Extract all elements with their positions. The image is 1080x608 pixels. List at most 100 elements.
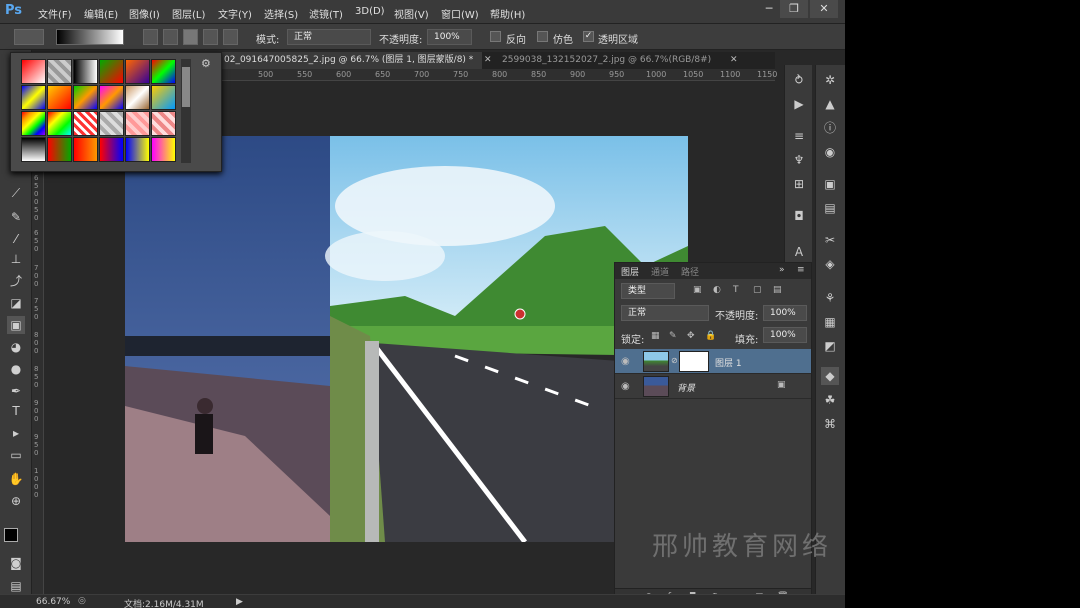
dither-checkbox[interactable] bbox=[537, 31, 548, 42]
clone-source-icon[interactable]: ♆ bbox=[790, 151, 808, 169]
brush-icon[interactable]: ⁄ bbox=[7, 230, 25, 248]
zoom-level[interactable]: 66.67% bbox=[36, 597, 70, 607]
gradient-swatch[interactable] bbox=[73, 137, 98, 162]
tab-paths[interactable]: 路径 bbox=[681, 265, 699, 278]
gradient-swatch[interactable] bbox=[47, 85, 72, 110]
tool-preset-picker[interactable] bbox=[14, 29, 44, 45]
gradient-swatch[interactable] bbox=[125, 85, 150, 110]
layer-filter-select[interactable]: 类型 bbox=[621, 283, 675, 299]
layer-row[interactable]: ◉ 背景 ▣ bbox=[615, 374, 811, 399]
close-button[interactable]: ✕ bbox=[810, 0, 838, 18]
gradient-swatch[interactable] bbox=[151, 111, 176, 136]
dodge-icon[interactable]: ● bbox=[7, 360, 25, 378]
lock-position-icon[interactable]: ✥ bbox=[687, 331, 695, 341]
kuler-icon[interactable]: ◉ bbox=[821, 143, 839, 161]
gradient-swatch[interactable] bbox=[99, 137, 124, 162]
color-icon[interactable]: ✲ bbox=[821, 71, 839, 89]
tab-document-1[interactable]: 02_091647005825_2.jpg @ 66.7% (图层 1, 图层蒙… bbox=[220, 52, 482, 69]
menu-image[interactable]: 图像(I) bbox=[129, 6, 160, 21]
eraser-icon[interactable]: ◪ bbox=[7, 294, 25, 312]
zoom-icon[interactable]: ⊕ bbox=[7, 492, 25, 510]
history-brush-icon[interactable]: ⤴ bbox=[7, 272, 25, 290]
lock-transparent-icon[interactable]: ▦ bbox=[651, 331, 660, 341]
radial-gradient-icon[interactable] bbox=[163, 29, 178, 45]
visibility-eye-icon[interactable]: ◉ bbox=[621, 381, 630, 392]
status-menu-arrow-icon[interactable]: ▶ bbox=[236, 597, 243, 607]
lock-pixels-icon[interactable]: ✎ bbox=[669, 331, 677, 341]
gradient-swatch[interactable] bbox=[47, 59, 72, 84]
menu-help[interactable]: 帮助(H) bbox=[490, 6, 525, 21]
layer-row[interactable]: ◉ ⊘ 图层 1 bbox=[615, 349, 811, 374]
info-icon[interactable]: ⓘ bbox=[821, 119, 839, 137]
gradient-swatch[interactable] bbox=[21, 111, 46, 136]
gradient-picker-scrollbar[interactable] bbox=[181, 59, 191, 163]
clone-stamp-icon[interactable]: ⊥ bbox=[7, 250, 25, 268]
visibility-eye-icon[interactable]: ◉ bbox=[621, 356, 630, 367]
transparency-checkbox[interactable]: ✓ bbox=[583, 31, 594, 42]
grid-icon[interactable]: ▦ bbox=[821, 313, 839, 331]
history-icon[interactable]: ⥁ bbox=[790, 71, 808, 89]
linear-gradient-icon[interactable] bbox=[143, 29, 158, 45]
layers-icon[interactable]: ◆ bbox=[821, 367, 839, 385]
menu-file[interactable]: 文件(F) bbox=[38, 6, 72, 21]
eyedropper-icon[interactable]: ⟋ bbox=[7, 184, 25, 202]
screen-mode-icon[interactable]: ▤ bbox=[7, 577, 25, 595]
rectangle-icon[interactable]: ▭ bbox=[7, 446, 25, 464]
menu-select[interactable]: 选择(S) bbox=[264, 6, 298, 21]
panel-menu-icon[interactable]: ≡ bbox=[797, 265, 805, 275]
menu-view[interactable]: 视图(V) bbox=[394, 6, 429, 21]
restore-button[interactable]: ❐ bbox=[780, 0, 808, 18]
brush-presets-icon[interactable]: ≡ bbox=[790, 127, 808, 145]
gradient-swatch[interactable] bbox=[47, 137, 72, 162]
character-icon[interactable]: ◘ bbox=[790, 207, 808, 225]
lock-all-icon[interactable]: 🔒 bbox=[705, 331, 716, 341]
mode-select[interactable]: 正常 bbox=[287, 29, 371, 45]
foreground-color-swatch[interactable] bbox=[4, 528, 18, 542]
gradient-swatch[interactable] bbox=[125, 59, 150, 84]
hand-icon[interactable]: ✋ bbox=[7, 470, 25, 488]
pen-icon[interactable]: ✒ bbox=[7, 382, 25, 400]
minimize-button[interactable]: ─ bbox=[755, 0, 783, 18]
adjustments-icon[interactable]: ▣ bbox=[821, 175, 839, 193]
document-canvas[interactable] bbox=[125, 136, 688, 542]
reverse-checkbox[interactable] bbox=[490, 31, 501, 42]
gear-icon[interactable]: ⚙ bbox=[201, 57, 211, 70]
tab-layers[interactable]: 图层 bbox=[621, 265, 639, 278]
menu-type[interactable]: 文字(Y) bbox=[218, 6, 252, 21]
path-selection-icon[interactable]: ▸ bbox=[7, 424, 25, 442]
menu-3d[interactable]: 3D(D) bbox=[355, 6, 385, 17]
gradient-tool-icon[interactable]: ▣ bbox=[7, 316, 25, 334]
brush-panel-icon[interactable]: ⚘ bbox=[821, 289, 839, 307]
gradient-swatch[interactable] bbox=[21, 85, 46, 110]
gradient-swatch[interactable] bbox=[73, 111, 98, 136]
reflected-gradient-icon[interactable] bbox=[203, 29, 218, 45]
menu-filter[interactable]: 滤镜(T) bbox=[309, 6, 343, 21]
tab-document-2[interactable]: 2599038_132152027_2.jpg @ 66.7%(RGB/8#) bbox=[498, 52, 728, 69]
diamond-gradient-icon[interactable] bbox=[223, 29, 238, 45]
blend-mode-select[interactable]: 正常 bbox=[621, 305, 709, 321]
tool-presets-icon[interactable]: ⊞ bbox=[790, 175, 808, 193]
gradient-swatch[interactable] bbox=[99, 111, 124, 136]
gradient-swatch[interactable] bbox=[99, 85, 124, 110]
masks-icon[interactable]: ◩ bbox=[821, 337, 839, 355]
blur-icon[interactable]: ◕ bbox=[7, 338, 25, 356]
gradient-swatch[interactable] bbox=[151, 137, 176, 162]
filter-adjust-icon[interactable]: ◐ bbox=[713, 285, 721, 295]
link-icon[interactable]: ⊘ bbox=[671, 356, 678, 365]
gradient-swatch[interactable] bbox=[125, 137, 150, 162]
gradient-swatch[interactable] bbox=[21, 59, 46, 84]
paths-icon[interactable]: ⌘ bbox=[821, 415, 839, 433]
type-icon[interactable]: T bbox=[7, 402, 25, 420]
gradient-swatch[interactable] bbox=[73, 85, 98, 110]
filter-type-icon[interactable]: T bbox=[733, 285, 739, 295]
gradient-swatch[interactable] bbox=[73, 59, 98, 84]
channels-icon[interactable]: ☘ bbox=[821, 391, 839, 409]
layer-mask-thumbnail[interactable] bbox=[679, 351, 709, 372]
angle-gradient-icon[interactable] bbox=[183, 29, 198, 45]
share-icon[interactable]: ◎ bbox=[78, 596, 86, 606]
close-tab-2-icon[interactable]: ✕ bbox=[730, 52, 742, 69]
notes-icon[interactable]: ▤ bbox=[821, 199, 839, 217]
filter-smart-icon[interactable]: ▤ bbox=[773, 285, 782, 295]
gradient-swatch[interactable] bbox=[151, 59, 176, 84]
tools-icon[interactable]: ✂ bbox=[821, 231, 839, 249]
